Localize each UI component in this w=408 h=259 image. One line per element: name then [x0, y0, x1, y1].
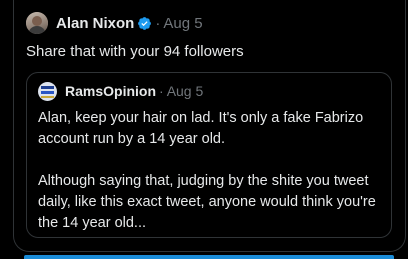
author-name[interactable]: Alan Nixon — [56, 15, 134, 32]
tweet-card[interactable]: Alan Nixon · Aug 5 Share that with your … — [13, 0, 406, 252]
quoted-tweet[interactable]: RamsOpinion · Aug 5 Alan, keep your hair… — [26, 72, 392, 238]
tweet-header: Alan Nixon · Aug 5 — [26, 10, 203, 36]
author-avatar[interactable] — [26, 12, 48, 34]
quoted-author-name: RamsOpinion — [65, 83, 157, 99]
verified-badge-icon — [138, 16, 152, 30]
header-separator: · — [155, 14, 161, 32]
post-date[interactable]: Aug 5 — [163, 15, 202, 32]
quoted-header: RamsOpinion · Aug 5 — [38, 81, 203, 101]
quoted-author-avatar[interactable] — [38, 81, 57, 101]
quoted-paragraph: Although saying that, judging by the shi… — [38, 173, 376, 231]
quoted-date: Aug 5 — [166, 83, 204, 99]
tweet-text: Share that with your 94 followers — [26, 43, 244, 60]
next-item-edge — [24, 255, 394, 259]
quoted-text: Alan, keep your hair on lad. It's only a… — [38, 108, 386, 234]
quoted-header-separator: · — [159, 83, 164, 99]
quoted-paragraph: Alan, keep your hair on lad. It's only a… — [38, 110, 364, 147]
